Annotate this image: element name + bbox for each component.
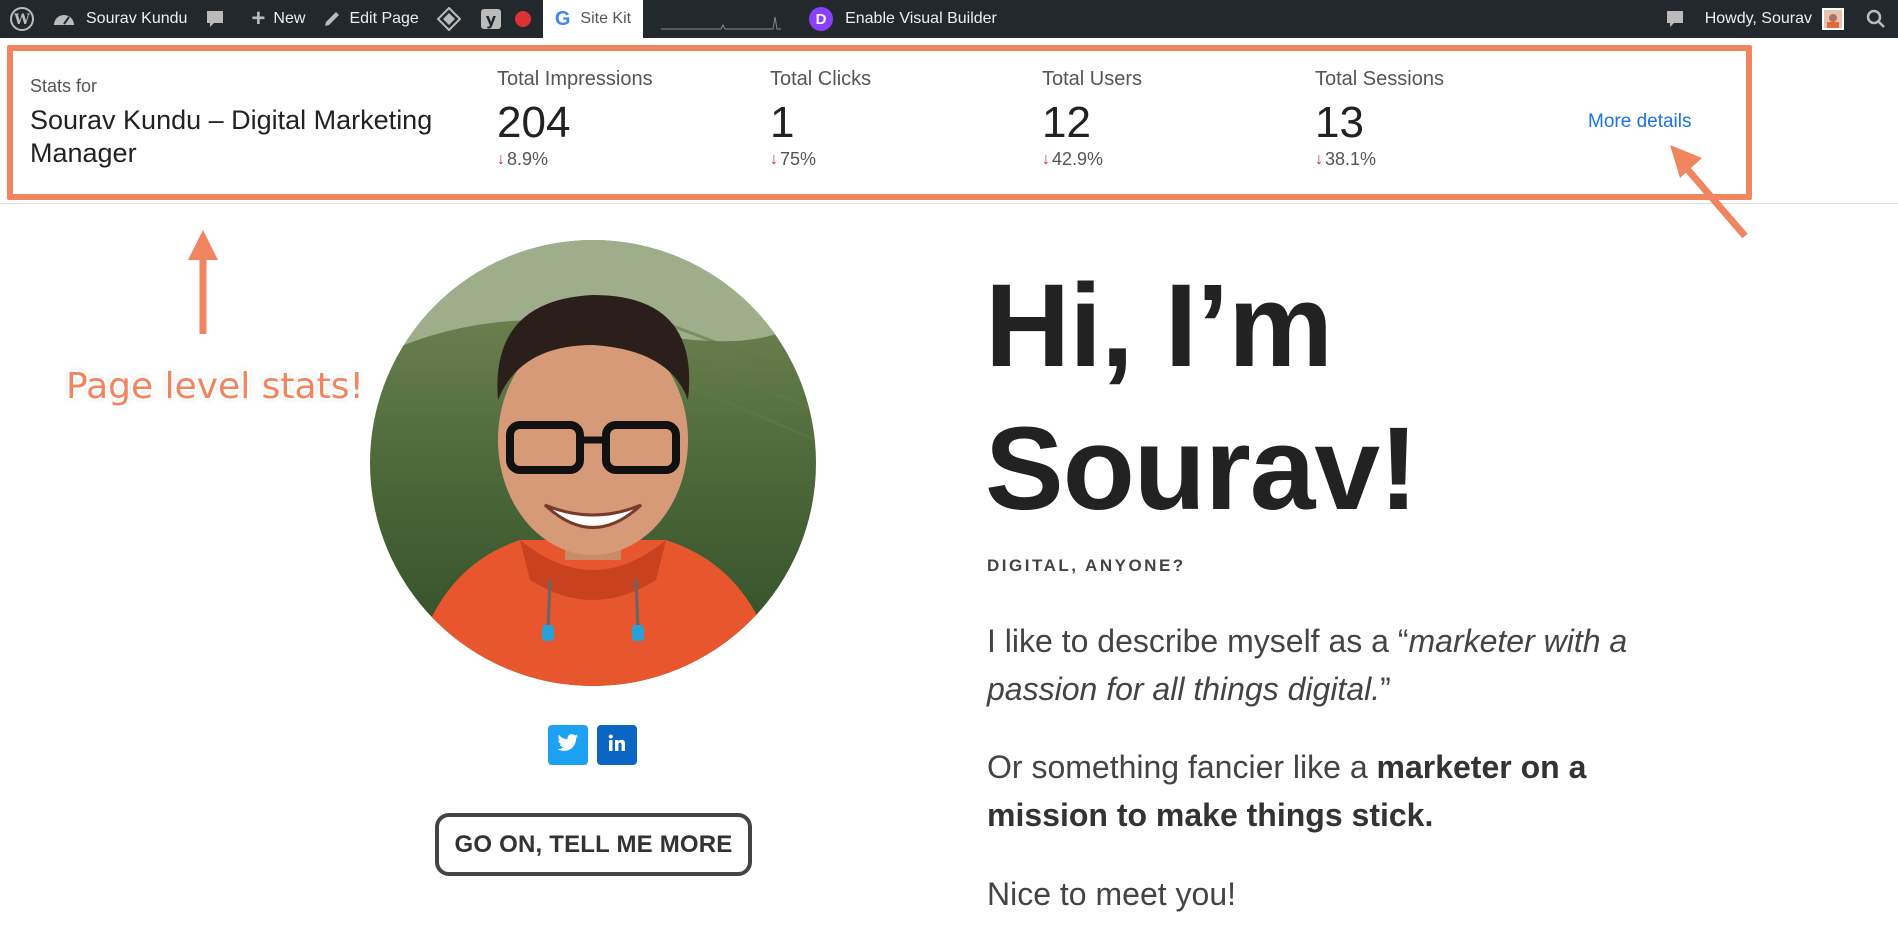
metric-change-value: 75%	[780, 149, 817, 169]
profile-photo	[370, 240, 816, 686]
metric-change: ↓ 42.9%	[1042, 149, 1302, 170]
annotation-arrow-up	[188, 230, 218, 334]
new-content-menu[interactable]: + New	[251, 0, 305, 38]
comment-icon	[205, 9, 225, 29]
para1-text: I like to describe myself as a “	[987, 623, 1409, 659]
para2-text: Or something fancier like a	[987, 749, 1377, 785]
plus-icon: +	[251, 5, 266, 32]
down-arrow-icon: ↓	[1315, 150, 1323, 168]
metric-change: ↓ 75%	[770, 149, 1030, 170]
divi-logo-icon: D	[809, 7, 834, 31]
search-icon[interactable]	[1866, 0, 1886, 38]
metric-label: Total Sessions	[1315, 68, 1444, 90]
metric-value: 1	[770, 98, 795, 147]
metric-impressions: Total Impressions 204 ↓ 8.9%	[497, 68, 757, 170]
hero-title: Hi, I’m Sourav!	[985, 255, 1685, 541]
wordpress-logo-icon[interactable]: W	[10, 0, 34, 38]
stats-for-label: Stats for	[30, 76, 98, 96]
annotation-label: Page level stats!	[66, 366, 364, 407]
svg-text:W: W	[13, 12, 30, 28]
pencil-icon	[323, 10, 341, 28]
metric-change-value: 8.9%	[507, 149, 549, 169]
diamond-plugin-icon[interactable]	[436, 0, 461, 38]
metric-change-value: 38.1%	[1325, 149, 1377, 169]
metric-change: ↓ 38.1%	[1315, 149, 1575, 170]
hero-title-line1: Hi, I’m	[985, 260, 1333, 392]
stats-page-title: Sourav Kundu – Digital Marketing Manager	[30, 105, 433, 168]
visual-builder-label: Enable Visual Builder	[845, 10, 997, 27]
metric-users: Total Users 12 ↓ 42.9%	[1042, 68, 1302, 170]
notification-icon[interactable]	[1665, 0, 1685, 38]
seo-status-dot-icon	[514, 0, 531, 38]
site-kit-menu[interactable]: G Site Kit	[542, 0, 644, 38]
metric-label: Total Clicks	[770, 68, 872, 90]
hero-title-line2: Sourav!	[985, 403, 1418, 535]
comments-menu[interactable]	[205, 0, 225, 38]
linkedin-icon	[607, 733, 627, 758]
metric-value: 204	[497, 98, 571, 147]
visual-builder-toggle[interactable]: D Enable Visual Builder	[809, 0, 997, 38]
svg-text:y: y	[486, 10, 497, 29]
metric-value: 12	[1042, 98, 1091, 147]
yoast-seo-icon[interactable]: y	[479, 0, 503, 38]
account-menu[interactable]: Howdy, Sourav	[1705, 0, 1844, 38]
site-kit-label: Site Kit	[580, 10, 632, 27]
down-arrow-icon: ↓	[770, 150, 778, 168]
metric-label: Total Impressions	[497, 68, 653, 90]
intro-paragraph-2: Or something fancier like a marketer on …	[987, 743, 1667, 839]
linkedin-button[interactable]	[597, 725, 637, 765]
twitter-icon	[557, 733, 579, 758]
more-details-link[interactable]: More details	[1588, 111, 1692, 133]
avatar	[1822, 8, 1844, 30]
new-label: New	[273, 10, 306, 27]
site-name-label: Sourav Kundu	[86, 10, 188, 27]
metric-value: 13	[1315, 98, 1364, 147]
para1-close-quote: ”	[1380, 671, 1391, 707]
twitter-button[interactable]	[548, 725, 588, 765]
edit-page-link[interactable]: Edit Page	[323, 0, 419, 38]
down-arrow-icon: ↓	[497, 150, 505, 168]
metric-label: Total Users	[1042, 68, 1143, 90]
howdy-label: Howdy, Sourav	[1704, 10, 1812, 27]
metric-sessions: Total Sessions 13 ↓ 38.1%	[1315, 68, 1575, 170]
site-name-menu[interactable]: Sourav Kundu	[52, 0, 187, 38]
metric-change: ↓ 8.9%	[497, 149, 757, 170]
hero-eyebrow: DIGITAL, ANYONE?	[987, 556, 1186, 575]
admin-bar: W Sourav Kundu + New Edit Page y G Site …	[0, 0, 1898, 38]
metric-clicks: Total Clicks 1 ↓ 75%	[770, 68, 1030, 170]
dashboard-icon	[52, 9, 76, 29]
down-arrow-icon: ↓	[1042, 150, 1050, 168]
intro-paragraph-1: I like to describe myself as a “marketer…	[987, 617, 1667, 713]
edit-page-label: Edit Page	[349, 10, 419, 27]
sparkline-graph-icon	[661, 0, 782, 38]
metric-change-value: 42.9%	[1052, 149, 1104, 169]
tell-me-more-button[interactable]: GO ON, TELL ME MORE	[435, 813, 752, 876]
intro-paragraph-3: Nice to meet you!	[987, 876, 1236, 912]
google-g-icon: G	[554, 7, 571, 30]
